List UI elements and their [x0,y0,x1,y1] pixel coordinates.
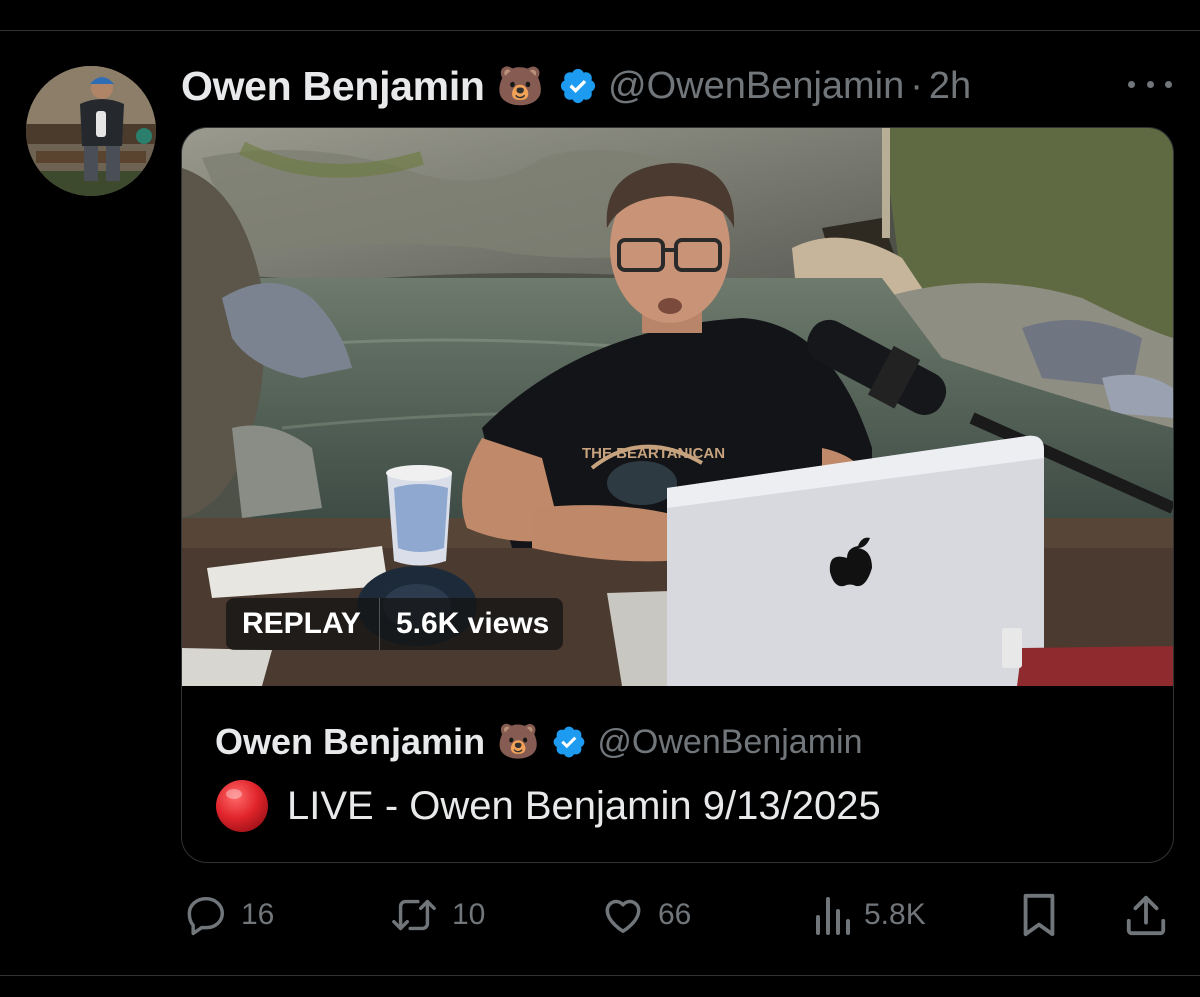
quote-handle[interactable]: @OwenBenjamin [597,723,862,762]
separator-dot: · [910,64,923,107]
share-button[interactable] [1124,890,1168,940]
quote-verified-icon [551,724,587,760]
quote-text: LIVE - Owen Benjamin 9/13/2025 [287,783,881,828]
bear-emoji: 🐻 [496,64,544,108]
reply-button[interactable]: 16 [183,890,274,940]
live-red-dot-icon [215,779,269,833]
quote-display-name[interactable]: Owen Benjamin [215,721,485,763]
bookmark-button[interactable] [1019,890,1059,940]
quote-body: LIVE - Owen Benjamin 9/13/2025 [215,780,881,832]
share-icon [1124,892,1168,938]
repost-button[interactable]: 10 [388,890,485,940]
avatar[interactable] [26,66,156,196]
replay-label: REPLAY [242,607,361,640]
like-count: 66 [658,898,692,931]
handle[interactable]: @OwenBenjamin [608,65,904,108]
bookmark-icon [1019,892,1059,938]
views-count: 5.8K [864,898,926,931]
quoted-post-card[interactable]: THE BEARTANICAN REPLAY 5.6K views Owen B… [181,127,1174,863]
views-button[interactable]: 5.8K [812,890,926,940]
top-divider [0,30,1200,31]
repost-icon [388,892,440,938]
reply-count: 16 [241,898,275,931]
quote-bear-emoji: 🐻 [497,722,540,762]
quote-header: Owen Benjamin 🐻 @OwenBenjamin [215,718,862,766]
bottom-divider [0,975,1200,976]
repost-count: 10 [452,898,486,931]
post-header: Owen Benjamin 🐻 @OwenBenjamin · 2h [181,58,971,114]
like-button[interactable]: 66 [600,890,691,940]
video-overlay: REPLAY 5.6K views [226,598,564,650]
video-views: 5.6K views [395,607,550,640]
action-bar: 16 10 66 5.8K [0,890,1200,940]
timestamp[interactable]: 2h [929,65,971,108]
like-icon [600,892,646,938]
display-name[interactable]: Owen Benjamin [181,63,485,110]
reply-icon [183,892,229,938]
views-icon [812,893,852,937]
verified-icon [558,66,598,106]
more-icon[interactable] [1128,72,1172,96]
shirt-text: THE BEARTANICAN [582,445,725,462]
avatar-image [26,66,156,196]
